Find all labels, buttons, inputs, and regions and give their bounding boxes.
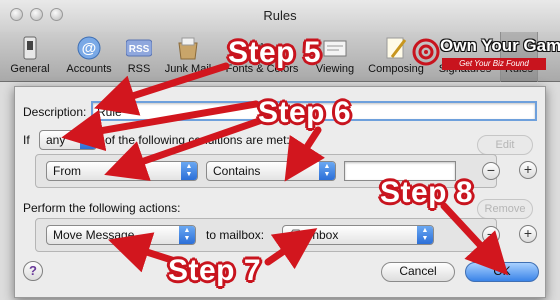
condition-value-field[interactable] — [344, 161, 456, 181]
window-title: Rules — [263, 8, 297, 23]
toolbar-rss-label: RSS — [127, 63, 151, 75]
description-field[interactable]: Rule — [91, 101, 537, 121]
remove-condition-button[interactable]: − — [482, 162, 500, 180]
mailbox-value: Inbox — [309, 228, 339, 242]
popup-chevron-icon: ▲ ▼ — [181, 162, 197, 180]
svg-text:A: A — [256, 39, 269, 59]
cancel-button[interactable]: Cancel — [381, 262, 455, 282]
signature-icon — [452, 35, 478, 61]
toolbar-viewing[interactable]: Viewing — [310, 32, 360, 82]
popup-chevron-icon: ▲ ▼ — [179, 226, 195, 244]
action-type-popup[interactable]: Move Message ▲ ▼ — [46, 225, 196, 245]
toolbar-general[interactable]: General — [4, 32, 56, 82]
toolbar-fonts-colors[interactable]: A Fonts & Colors — [218, 32, 306, 82]
fonts-icon: A — [256, 39, 269, 59]
match-any-all-popup[interactable]: any ▲ ▼ — [39, 130, 97, 150]
remove-action-button[interactable]: − — [482, 226, 500, 244]
junk-mail-icon — [178, 37, 198, 60]
popup-chevron-icon: ▲ ▼ — [417, 226, 433, 244]
toolbar-rules-label: Rules — [504, 63, 534, 75]
remove-rule-button: Remove — [477, 199, 533, 219]
to-mailbox-label: to mailbox: — [206, 228, 265, 242]
actions-label: Perform the following actions: — [23, 201, 181, 215]
edit-rule-button: Edit — [477, 135, 533, 155]
help-button[interactable]: ? — [23, 261, 43, 281]
condition-row: From ▲ ▼ Contains ▲ ▼ − — [35, 154, 500, 188]
window-titlebar: Rules — [0, 0, 560, 32]
toolbar-composing[interactable]: Composing — [362, 32, 430, 82]
viewing-icon — [323, 40, 347, 57]
add-action-button[interactable]: + — [519, 225, 537, 243]
toolbar-signatures-label: Signatures — [438, 63, 492, 75]
rules-icon — [506, 35, 532, 61]
condition-field-value: From — [53, 164, 81, 178]
toolbar-accounts[interactable]: @ Accounts — [60, 32, 118, 82]
condition-field-popup[interactable]: From ▲ ▼ — [46, 161, 198, 181]
toolbar-fonts-colors-label: Fonts & Colors — [225, 63, 299, 75]
conditions-label: of the following conditions are met: — [105, 133, 290, 147]
action-type-value: Move Message — [53, 228, 135, 242]
toolbar-junk-mail-label: Junk Mail — [164, 63, 212, 75]
mailbox-popup[interactable]: Inbox ▲ ▼ — [282, 225, 434, 245]
popup-chevron-icon: ▲ ▼ — [80, 131, 96, 149]
ok-button[interactable]: OK — [465, 262, 539, 282]
add-condition-button[interactable]: + — [519, 161, 537, 179]
rule-editor-sheet: Edit Remove Description: Rule If any ▲ ▼ … — [14, 86, 546, 298]
popup-chevron-icon: ▲ ▼ — [319, 162, 335, 180]
rss-icon: RSS — [126, 39, 152, 57]
switch-icon — [23, 36, 37, 60]
description-label: Description: — [23, 105, 87, 119]
pencil-icon — [386, 37, 407, 59]
toolbar-composing-label: Composing — [368, 63, 424, 75]
preferences-toolbar: General @ Accounts RSS RSS Junk Mail A F… — [0, 32, 560, 82]
condition-operator-popup[interactable]: Contains ▲ ▼ — [206, 161, 336, 181]
condition-operator-value: Contains — [213, 164, 261, 178]
toolbar-signatures[interactable]: Signatures — [432, 32, 498, 82]
at-sign-icon: @ — [77, 36, 101, 60]
inbox-tray-icon — [289, 229, 303, 241]
toolbar-junk-mail[interactable]: Junk Mail — [160, 32, 216, 82]
toolbar-viewing-label: Viewing — [315, 63, 355, 75]
toolbar-accounts-label: Accounts — [66, 63, 112, 75]
svg-text:RSS: RSS — [129, 44, 150, 55]
toolbar-general-label: General — [10, 63, 50, 75]
action-row: Move Message ▲ ▼ to mailbox: Inbox ▲ ▼ − — [35, 218, 500, 252]
svg-text:@: @ — [82, 40, 97, 57]
toolbar-rules[interactable]: Rules — [500, 32, 538, 82]
toolbar-rss[interactable]: RSS RSS — [122, 32, 156, 82]
match-value: any — [46, 133, 66, 147]
if-label: If — [23, 133, 30, 147]
